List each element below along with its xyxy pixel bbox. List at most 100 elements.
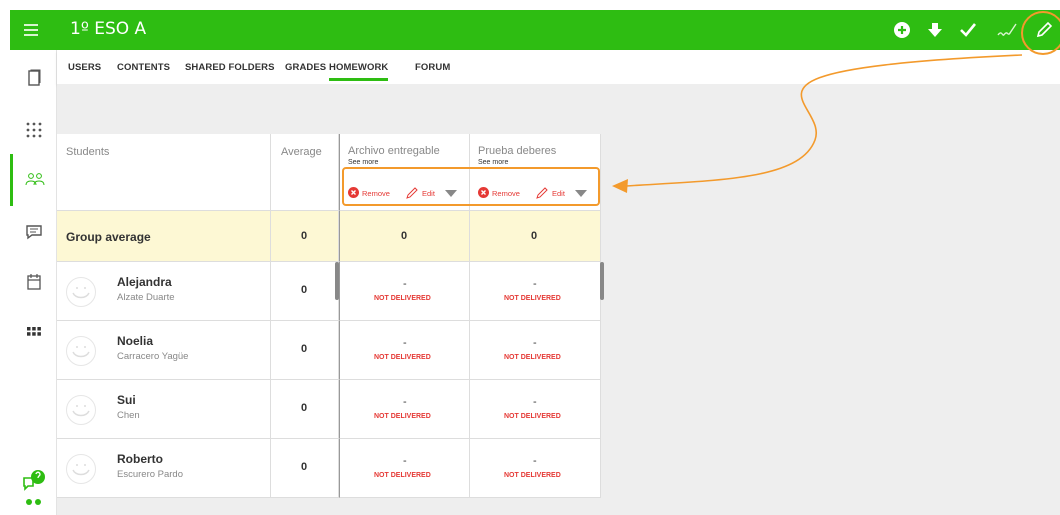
tab-users[interactable]: USERS [68,62,101,73]
scrollbar-right[interactable] [600,262,604,300]
assignment-header-2: Prueba deberes See more Remove Edit [470,134,601,211]
course-title: 1º ESO A [70,19,147,39]
check-icon[interactable] [956,18,980,42]
group-average-cell: Group average [57,211,271,262]
status-badge: NOT DELIVERED [374,413,431,420]
edit-pencil-icon[interactable] [535,187,549,199]
grid-icon[interactable] [10,308,57,360]
score-value: - [533,396,537,408]
see-more-link[interactable]: See more [348,159,378,166]
group-average-value: 0 [271,211,339,262]
status-badge: NOT DELIVERED [374,295,431,302]
tab-grades[interactable]: GRADES [285,62,326,73]
student-score-cell[interactable]: - NOT DELIVERED [339,439,470,498]
add-circle-icon[interactable] [890,18,914,42]
tab-shared-folders[interactable]: SHARED FOLDERS [185,62,275,73]
see-more-link[interactable]: See more [478,159,508,166]
student-score-cell[interactable]: - NOT DELIVERED [339,380,470,439]
student-last-name: Alzate Duarte [117,292,175,303]
student-first-name[interactable]: Noelia [117,334,153,348]
average-header-label: Average [281,146,322,158]
student-average: 0 [271,321,339,380]
score-value: - [403,278,407,290]
student-first-name[interactable]: Sui [117,393,136,407]
assignment-name: Archivo entregable [348,145,440,157]
value-text: 0 [301,402,308,414]
table-row[interactable]: Sui Chen [57,380,271,439]
score-value: - [403,337,407,349]
remove-button[interactable]: Remove [362,189,390,198]
chevron-down-icon[interactable] [575,190,587,197]
student-score-cell[interactable]: - NOT DELIVERED [339,321,470,380]
tablet-icon[interactable] [10,52,57,104]
student-first-name[interactable]: Roberto [117,452,163,466]
score-value: - [533,278,537,290]
student-score-cell[interactable]: - NOT DELIVERED [470,321,601,380]
value-text: 0 [301,461,308,473]
student-score-cell[interactable]: - NOT DELIVERED [470,380,601,439]
value-text: 0 [301,230,308,242]
student-score-cell[interactable]: - NOT DELIVERED [339,262,470,321]
pencil-icon[interactable] [1032,18,1056,42]
table-row[interactable]: Roberto Escurero Pardo [57,439,271,498]
edit-button[interactable]: Edit [552,189,565,198]
remove-button[interactable]: Remove [492,189,520,198]
avatar [66,336,96,366]
score-value: - [533,337,537,349]
tab-contents[interactable]: CONTENTS [117,62,170,73]
group-average-score: 0 [470,211,601,262]
student-average: 0 [271,262,339,321]
avatar [66,454,96,484]
student-average: 0 [271,380,339,439]
tab-navigation: USERS CONTENTS SHARED FOLDERS GRADES HOM… [57,50,1060,84]
users-icon[interactable] [10,154,57,206]
tab-homework[interactable]: HOMEWORK [329,62,389,81]
value-text: 0 [531,230,538,242]
avatar [66,277,96,307]
student-first-name[interactable]: Alejandra [117,275,172,289]
students-header: Students [57,134,271,211]
status-badge: NOT DELIVERED [374,354,431,361]
student-last-name: Carracero Yagüe [117,351,189,362]
student-score-cell[interactable]: - NOT DELIVERED [470,262,601,321]
remove-icon[interactable] [348,187,359,198]
signature-icon[interactable] [996,18,1020,42]
hamburger-menu-icon[interactable] [22,19,44,41]
group-average-label: Group average [66,230,151,244]
average-header: Average [271,134,339,211]
edit-pencil-icon[interactable] [405,187,419,199]
apps-dots-icon[interactable] [10,104,57,156]
homework-grid: Students Average Archivo entregable See … [57,134,604,515]
student-last-name: Escurero Pardo [117,469,184,480]
message-icon[interactable] [10,206,57,258]
top-bar: 1º ESO A [10,10,1060,50]
assignment-header-1: Archivo entregable See more Remove Edit [339,134,470,211]
calendar-icon[interactable] [10,256,57,308]
value-text: 0 [401,230,408,242]
status-badge: NOT DELIVERED [504,295,561,302]
scrollbar-left[interactable] [335,262,339,300]
chevron-down-icon[interactable] [445,190,457,197]
student-average: 0 [271,439,339,498]
value-text: 0 [301,284,308,296]
tab-forum[interactable]: FORUM [415,62,450,73]
group-average-score: 0 [339,211,470,262]
dots-icon[interactable] [10,490,57,514]
score-value: - [533,455,537,467]
student-score-cell[interactable]: - NOT DELIVERED [470,439,601,498]
download-icon[interactable] [923,18,947,42]
status-badge: NOT DELIVERED [504,354,561,361]
students-header-label: Students [66,146,110,158]
status-badge: NOT DELIVERED [504,472,561,479]
left-sidebar [10,50,57,515]
edit-button[interactable]: Edit [422,189,435,198]
table-row[interactable]: Alejandra Alzate Duarte [57,262,271,321]
score-value: - [403,396,407,408]
value-text: 0 [301,343,308,355]
remove-icon[interactable] [478,187,489,198]
status-badge: NOT DELIVERED [504,413,561,420]
score-value: - [403,455,407,467]
student-last-name: Chen [117,410,140,421]
table-row[interactable]: Noelia Carracero Yagüe [57,321,271,380]
avatar [66,395,96,425]
